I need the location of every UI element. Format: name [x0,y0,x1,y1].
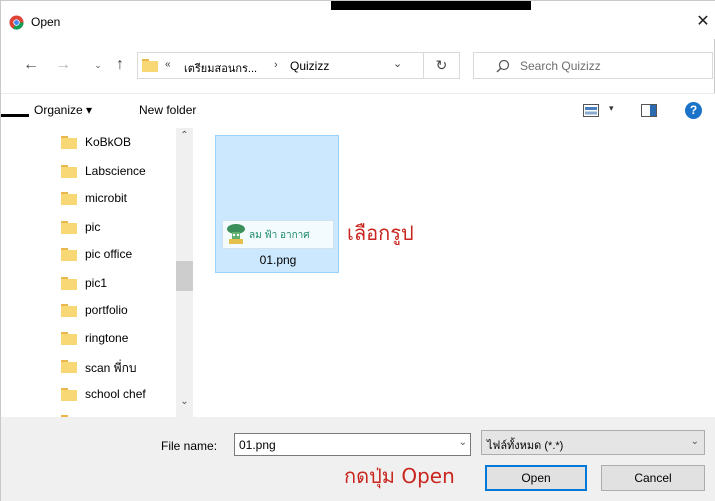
file-name-label: 01.png [259,253,297,267]
thumbnail-caption: ลม ฟ้า อากาศ [249,230,310,241]
tree-item[interactable]: Labscience [1,159,176,183]
file-name-input[interactable]: 01.png ⌄ [234,433,471,456]
chevron-down-icon[interactable]: ⌄ [691,436,699,447]
tree-item-label: KoBkOB [85,135,132,149]
tree-item[interactable]: pic [1,215,176,239]
window-title: Open [31,15,61,29]
tree-item-label: ringtone [85,331,129,345]
tree-item-label: scan พี่กบ [85,361,137,375]
tree-item-label: pic office [85,247,133,261]
breadcrumb-separator[interactable]: › [274,59,278,71]
forward-button[interactable]: → [53,54,73,76]
refresh-button[interactable]: ↻ [423,52,459,79]
tree-item[interactable]: portfolio [1,298,176,322]
tree-item-label: school chef [85,387,146,401]
search-icon [496,59,510,73]
address-dropdown-icon[interactable]: ⌄ [393,57,402,70]
tree-item-label: Labscience [85,164,146,178]
open-file-dialog: Open ✕ ← → ⌄ ↑ « เตรียมสอนกร... › Quiziz… [0,0,715,501]
overlay-bar [1,114,29,117]
cancel-button[interactable]: Cancel [601,465,705,491]
open-button[interactable]: Open [485,465,587,491]
file-thumbnail: ลม ฟ้า อากาศ [222,220,334,249]
tree-item-partial [1,409,176,417]
tree-item-label: pic1 [85,276,108,290]
file-item[interactable]: ลม ฟ้า อากาศ 01.png [215,135,339,273]
close-button[interactable]: ✕ [690,9,715,35]
folder-icon [142,59,158,72]
overlay-strip [331,1,531,10]
search-box[interactable]: Search Quizizz [473,52,713,79]
folder-icon [61,136,77,149]
chrome-app-icon [9,15,24,30]
navigation-pane: KoBkOB Labscience microbit pic pic offic… [1,128,193,417]
folder-icon [61,304,77,317]
breadcrumb-current[interactable]: Quizizz [290,59,329,73]
new-folder-button[interactable]: New folder [139,103,196,117]
view-options-icon[interactable] [583,104,599,117]
recent-locations-button[interactable]: ⌄ [91,54,105,76]
tree-item-label: pic [85,220,101,234]
help-icon[interactable]: ? [685,102,702,119]
address-overflow-chevron[interactable]: « [165,59,171,70]
file-name-value[interactable]: 01.png [239,438,276,452]
file-list: ลม ฟ้า อากาศ 01.png [199,128,715,417]
scroll-down-icon[interactable]: ⌄ [176,396,193,410]
tree-item-label: microbit [85,191,128,205]
chevron-down-icon[interactable]: ⌄ [459,437,467,448]
annotation-select-image: เลือกรูป [347,221,414,245]
tree-item[interactable]: pic1 [1,271,176,295]
tree-item[interactable]: microbit [1,186,176,210]
breadcrumb-parent[interactable]: เตรียมสอนกร... [184,59,257,77]
up-button[interactable]: ↑ [110,54,130,76]
tree-scrollbar[interactable]: ⌃ ⌄ [176,128,193,417]
title-bar: Open ✕ [1,1,715,39]
scroll-thumb[interactable] [176,261,193,291]
folder-icon [61,332,77,345]
folder-icon [61,165,77,178]
file-type-select[interactable]: ไฟล์ทั้งหมด (*.*) ⌄ [481,430,705,455]
tree-item[interactable]: school chef [1,382,176,406]
folder-icon [61,192,77,205]
tree-item-label: portfolio [85,303,128,317]
folder-icon [61,360,77,373]
file-name-label: File name: [161,439,218,453]
tree-item[interactable]: scan พี่กบ [1,354,176,378]
scroll-up-icon[interactable]: ⌃ [176,130,193,144]
navigation-bar: ← → ⌄ ↑ « เตรียมสอนกร... › Quizizz ⌄ ↻ S… [1,44,715,89]
cloud-character-icon [227,224,245,244]
tree-item[interactable]: pic office [1,242,176,266]
file-type-value[interactable]: ไฟล์ทั้งหมด (*.*) [487,436,563,454]
folder-icon [61,248,77,261]
annotation-press-open: กดปุ่ม Open [344,464,455,488]
view-dropdown-icon[interactable]: ▾ [609,103,614,114]
preview-pane-icon[interactable] [641,104,657,117]
search-input[interactable]: Search Quizizz [520,59,601,73]
tree-item[interactable]: ringtone [1,326,176,350]
folder-icon [61,388,77,401]
command-toolbar: Organize ▾ New folder ▾ ? [1,93,715,128]
tree-item[interactable]: KoBkOB [1,130,176,154]
folder-icon [61,221,77,234]
organize-button[interactable]: Organize ▾ [34,103,92,117]
back-button[interactable]: ← [21,54,41,76]
address-bar[interactable]: « เตรียมสอนกร... › Quizizz ⌄ ↻ [137,52,460,79]
folder-icon [61,277,77,290]
